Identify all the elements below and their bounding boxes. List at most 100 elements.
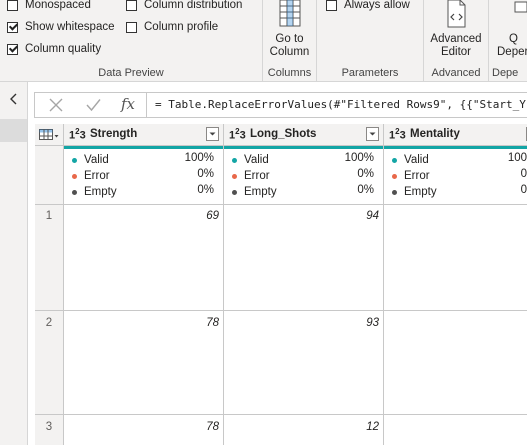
table-cell[interactable]: 78 <box>64 317 219 329</box>
column-header-strength[interactable]: 123 Strength <box>64 124 223 146</box>
valid-dot-icon <box>232 157 237 163</box>
query-dependencies-button[interactable]: Q Deper <box>497 0 527 59</box>
column-filter-button[interactable] <box>366 127 379 141</box>
monospaced-checkbox[interactable]: Monospaced <box>7 0 91 13</box>
column-name: Mentality <box>410 128 460 140</box>
table-corner-menu[interactable] <box>35 124 63 146</box>
columns-group: Go to Column Columns <box>263 0 316 81</box>
checkbox-box[interactable] <box>126 21 137 33</box>
valid-label: Valid <box>404 154 429 166</box>
ribbon: Monospaced Show whitespace Column qualit… <box>0 0 527 82</box>
empty-dot-icon <box>392 189 397 195</box>
always-allow-checkbox[interactable]: Always allow <box>326 0 410 13</box>
column-quality-label: Column quality <box>25 43 102 55</box>
empty-label: Empty <box>244 186 277 198</box>
formula-bar-divider <box>146 93 147 117</box>
always-allow-label: Always allow <box>344 0 410 11</box>
table-cell[interactable]: 78 <box>64 421 219 433</box>
advanced-group-label: Advanced <box>431 67 481 79</box>
table-cell[interactable]: 94 <box>224 210 379 222</box>
error-percent: 0 <box>520 168 527 180</box>
column-distribution-label: Column distribution <box>144 0 243 11</box>
column-filter-button[interactable] <box>206 127 219 141</box>
advanced-editor-label-2: Editor <box>440 46 472 58</box>
data-preview-group: Monospaced Show whitespace Column qualit… <box>0 0 262 81</box>
empty-label: Empty <box>84 186 117 198</box>
formula-bar-buttons: fx <box>35 93 145 117</box>
error-row: Error <box>392 168 430 184</box>
empty-label: Empty <box>404 186 437 198</box>
show-whitespace-checkbox[interactable]: Show whitespace <box>7 19 115 35</box>
valid-row: Valid <box>72 152 109 168</box>
table-icon[interactable] <box>39 129 59 141</box>
row-number[interactable]: 2 <box>35 317 63 329</box>
column-divider <box>383 124 384 445</box>
empty-dot-icon <box>72 189 77 195</box>
parameters-group: Always allow Parameters <box>317 0 423 81</box>
whole-number-type-icon[interactable]: 123 <box>229 127 246 142</box>
chevron-down-icon <box>209 132 216 136</box>
empty-row: Empty <box>72 184 117 200</box>
go-to-column-label-2: Column <box>269 46 310 58</box>
advanced-editor-icon <box>447 0 466 28</box>
dependencies-group-label: Depe <box>492 67 519 79</box>
whole-number-type-icon[interactable]: 123 <box>389 127 406 142</box>
checkbox-box[interactable] <box>7 0 18 11</box>
table-cell[interactable]: 93 <box>224 317 379 329</box>
column-profile-label: Column profile <box>144 21 219 33</box>
chevron-left-icon[interactable] <box>9 93 18 105</box>
row-divider <box>35 204 527 205</box>
table-cell[interactable]: 12 <box>224 421 379 433</box>
checkbox-box[interactable] <box>126 0 137 11</box>
column-quality-profile: Valid 100% Error 0% Empty 0% <box>64 149 223 204</box>
table-cell[interactable]: 69 <box>64 210 219 222</box>
parameters-group-label: Parameters <box>341 67 399 79</box>
valid-percent: 100% <box>344 152 374 164</box>
column-distribution-checkbox[interactable]: Column distribution <box>126 0 242 13</box>
column-name: Long_Shots <box>250 128 317 140</box>
error-label: Error <box>244 170 270 182</box>
advanced-editor-button[interactable]: Advanced Editor <box>424 0 488 59</box>
x-icon[interactable] <box>49 98 63 112</box>
error-percent: 0% <box>197 168 214 180</box>
empty-row: Empty <box>392 184 437 200</box>
advanced-editor-label-1: Advanced <box>430 33 482 45</box>
valid-percent: 100 <box>507 152 527 164</box>
table-cell[interactable]: 3 <box>384 210 527 222</box>
table-cell[interactable]: 3 <box>384 317 527 329</box>
fx-icon[interactable]: fx <box>121 95 135 113</box>
check-icon[interactable] <box>86 98 101 112</box>
empty-row: Empty <box>232 184 277 200</box>
valid-dot-icon <box>392 157 397 163</box>
checkbox-box[interactable] <box>7 21 18 33</box>
row-number[interactable]: 1 <box>35 210 63 222</box>
column-profile-checkbox[interactable]: Column profile <box>126 19 218 35</box>
queries-pane-collapsed <box>0 82 28 445</box>
queries-pane-selected-item[interactable] <box>0 119 27 142</box>
error-dot-icon <box>392 173 397 179</box>
row-number[interactable]: 3 <box>35 421 63 433</box>
valid-percent: 100% <box>184 152 214 164</box>
column-header-mentality[interactable]: 123 Mentality <box>384 124 527 146</box>
column-quality-checkbox[interactable]: Column quality <box>7 41 101 57</box>
monospaced-label: Monospaced <box>25 0 91 11</box>
data-preview-group-label: Data Preview <box>98 67 164 79</box>
go-to-column-button[interactable]: Go to Column <box>263 0 316 59</box>
column-divider <box>223 124 224 445</box>
column-header-long-shots[interactable]: 123 Long_Shots <box>224 124 383 146</box>
table-cell[interactable]: 1 <box>384 421 527 433</box>
query-dependencies-label-2: Deper <box>497 46 527 58</box>
query-dependencies-icon <box>514 1 527 13</box>
error-dot-icon <box>232 173 237 179</box>
advanced-group: Advanced Editor Advanced <box>424 0 488 81</box>
valid-label: Valid <box>244 154 269 166</box>
column-divider <box>63 124 64 445</box>
error-label: Error <box>404 170 430 182</box>
row-divider <box>35 310 527 311</box>
whole-number-type-icon[interactable]: 123 <box>69 127 86 142</box>
column-quality-profile: Valid 100% Error 0% Empty 0% <box>224 149 383 204</box>
chevron-down-icon <box>369 132 376 136</box>
checkbox-box[interactable] <box>326 0 337 11</box>
formula-input[interactable]: = Table.ReplaceErrorValues(#"Filtered Ro… <box>155 98 526 111</box>
checkbox-box[interactable] <box>7 43 18 55</box>
